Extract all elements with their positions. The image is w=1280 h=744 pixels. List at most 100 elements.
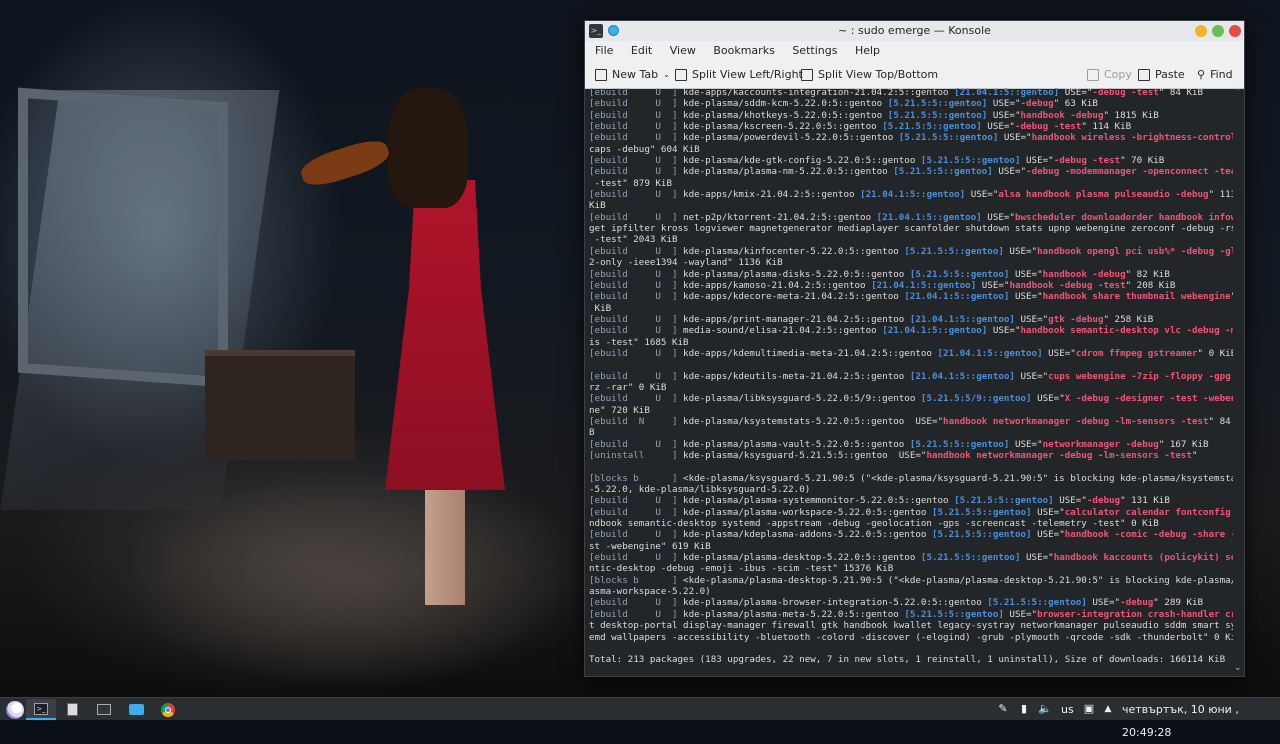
- violin: [297, 134, 393, 192]
- search-icon: ⚲: [1197, 68, 1206, 81]
- task-konsole[interactable]: >_: [26, 699, 56, 720]
- split-top-bottom-button[interactable]: Split View Top/Bottom: [801, 67, 938, 83]
- terminal-line: emd wallpapers -accessibility -bluetooth…: [589, 631, 1233, 643]
- split-top-bottom-icon: [801, 69, 813, 81]
- menu-settings[interactable]: Settings: [792, 44, 837, 57]
- expand-tray-icon[interactable]: ▲: [1102, 703, 1114, 715]
- titlebar[interactable]: >_ ~ : sudo emerge — Konsole: [585, 21, 1244, 41]
- task-chrome[interactable]: [153, 699, 183, 720]
- terminal-line: [ebuild U ] kde-plasma/kinfocenter-5.22.…: [589, 245, 1233, 257]
- menu-file[interactable]: File: [595, 44, 613, 57]
- scroll-up-icon[interactable]: ⌃: [1234, 87, 1242, 97]
- terminal-line: [ebuild U ] kde-plasma/plasma-vault-5.22…: [589, 438, 1209, 450]
- terminal-line: [ebuild U ] kde-plasma/kdeplasma-addons-…: [589, 529, 1233, 541]
- window-frame-picture: [18, 87, 228, 388]
- terminal-line: [blocks b ] <kde-plasma/plasma-desktop-5…: [589, 574, 1233, 586]
- split-left-right-button[interactable]: Split View Left/Right: [675, 67, 803, 83]
- paste-button[interactable]: Paste: [1138, 67, 1185, 83]
- terminal-output[interactable]: [ebuild U ] kde-apps/kaccounts-integrati…: [589, 87, 1233, 672]
- konsole-icon: >_: [34, 702, 48, 715]
- keep-on-all-desktops-icon[interactable]: [608, 25, 619, 36]
- copy-button[interactable]: Copy: [1087, 67, 1132, 83]
- terminal-line: KiB: [589, 200, 606, 212]
- woman-red-dress: [385, 180, 505, 490]
- keyboard-layout-indicator[interactable]: us: [1061, 698, 1074, 721]
- minimize-button[interactable]: [1195, 25, 1207, 37]
- terminal-line: KiB: [589, 302, 612, 314]
- terminal-line: asma-workspace-5.22.0): [589, 586, 711, 598]
- clipboard-icon[interactable]: ▮: [1018, 703, 1030, 715]
- folder-icon: [128, 704, 144, 715]
- terminal-line: Total: 213 packages (183 upgrades, 22 ne…: [589, 654, 1226, 666]
- terminal-line: t desktop-portal display-manager firewal…: [589, 620, 1233, 632]
- terminal-line: is -test" 1685 KiB: [589, 336, 689, 348]
- taskbar: >_ ✎ ▮ 🔈 us ▣ ▲ четвъртък, 10 юни , 20:4…: [0, 697, 1280, 739]
- terminal-line: -test" 2043 KiB: [589, 234, 678, 246]
- volume-icon[interactable]: 🔈: [1038, 703, 1052, 715]
- terminal-line: [ebuild N ] kde-plasma/ksystemstats-5.22…: [589, 415, 1231, 427]
- terminal-line: [ebuild U ] kde-plasma/plasma-meta-5.22.…: [589, 608, 1233, 620]
- terminal-line: [ebuild U ] kde-plasma/plasma-desktop-5.…: [589, 552, 1233, 564]
- new-tab-icon: [595, 69, 607, 81]
- find-button[interactable]: ⚲ Find: [1197, 67, 1233, 83]
- woman-legs: [425, 485, 465, 605]
- menu-view[interactable]: View: [670, 44, 696, 57]
- terminal-line: [ebuild U ] kde-plasma/plasma-browser-in…: [589, 597, 1204, 609]
- system-monitor-icon: [97, 704, 111, 715]
- terminal-line: [ebuild U ] kde-plasma/kde-gtk-config-5.…: [589, 155, 1165, 167]
- network-icon[interactable]: ▣: [1083, 703, 1095, 715]
- terminal-line: [ebuild U ] kde-plasma/sddm-kcm-5.22.0:5…: [589, 98, 1098, 110]
- pen-icon[interactable]: ✎: [997, 703, 1009, 715]
- chrome-icon: [161, 702, 175, 717]
- terminal-line: [ebuild U ] kde-plasma/libksysguard-5.22…: [589, 393, 1233, 405]
- terminal-line: ne" 720 KiB: [589, 404, 650, 416]
- task-system-monitor[interactable]: [89, 699, 119, 720]
- task-calculator[interactable]: [57, 699, 87, 720]
- terminal-line: [ebuild U ] kde-plasma/plasma-disks-5.22…: [589, 268, 1170, 280]
- chevron-down-icon[interactable]: ⌄: [663, 67, 670, 83]
- terminal-line: -5.22.0, kde-plasma/libksysguard-5.22.0): [589, 484, 811, 496]
- new-tab-label: New Tab: [612, 68, 659, 81]
- clock[interactable]: четвъртък, 10 юни , 20:49:28: [1122, 698, 1280, 739]
- maximize-button[interactable]: [1212, 25, 1224, 37]
- window-title: ~ : sudo emerge — Konsole: [838, 24, 991, 37]
- paste-label: Paste: [1155, 68, 1185, 81]
- scroll-down-icon[interactable]: ⌄: [1234, 663, 1242, 673]
- split-left-right-icon: [675, 69, 687, 81]
- new-tab-button[interactable]: New Tab ⌄: [595, 67, 670, 83]
- terminal-line: ntic-desktop -debug -emoji -ibus -scim -…: [589, 563, 894, 575]
- terminal-line: [ebuild U ] kde-plasma/khotkeys-5.22.0:5…: [589, 109, 1159, 121]
- terminal-line: [ebuild U ] net-p2p/ktorrent-21.04.2:5::…: [589, 211, 1233, 223]
- gentoo-launcher-icon: [6, 700, 24, 719]
- terminal-line: caps -debug" 604 KiB: [589, 143, 700, 155]
- task-file-manager[interactable]: [121, 699, 151, 720]
- split-left-right-label: Split View Left/Right: [692, 68, 803, 81]
- terminal-line: 2-only -ieee1394 -wayland" 1136 KiB: [589, 257, 783, 269]
- terminal-line: [ebuild U ] kde-plasma/powerdevil-5.22.0…: [589, 132, 1233, 144]
- terminal-line: [ebuild U ] kde-apps/kdemultimedia-meta-…: [589, 347, 1233, 359]
- terminal-line: rz -rar" 0 KiB: [589, 381, 667, 393]
- menu-help[interactable]: Help: [855, 44, 880, 57]
- terminal-line: [blocks b ] <kde-plasma/ksysguard-5.21.9…: [589, 472, 1233, 484]
- terminal-line: [ebuild U ] kde-plasma/plasma-systemmoni…: [589, 495, 1170, 507]
- terminal-line: [ebuild U ] kde-apps/kaccounts-integrati…: [589, 87, 1204, 98]
- terminal-line: [ebuild U ] kde-apps/kmix-21.04.2:5::gen…: [589, 189, 1233, 201]
- konsole-window: >_ ~ : sudo emerge — Konsole File Edit V…: [584, 20, 1245, 677]
- terminal-line: [uninstall ] kde-plasma/ksysguard-5.21.5…: [589, 450, 1198, 461]
- terminal-line: -test" 879 KiB: [589, 177, 672, 189]
- terminal-line: B: [589, 427, 595, 439]
- terminal-line: get ipfilter kross logviewer magnetgener…: [589, 223, 1233, 235]
- window-menu-icon[interactable]: >_: [589, 24, 603, 38]
- menubar: File Edit View Bookmarks Settings Help: [585, 41, 1244, 61]
- menu-bookmarks[interactable]: Bookmarks: [713, 44, 774, 57]
- close-button[interactable]: [1229, 25, 1241, 37]
- terminal-line: [ebuild U ] media-sound/elisa-21.04.2:5:…: [589, 325, 1233, 337]
- floor-debris: [120, 470, 600, 690]
- terminal-line: [ebuild U ] kde-apps/kdeutils-meta-21.04…: [589, 370, 1233, 382]
- menu-edit[interactable]: Edit: [631, 44, 652, 57]
- paste-icon: [1138, 69, 1150, 81]
- terminal-scrollbar[interactable]: ⌃ ⌄: [1233, 87, 1243, 673]
- terminal-line: [ebuild U ] kde-apps/kamoso-21.04.2:5::g…: [589, 279, 1176, 291]
